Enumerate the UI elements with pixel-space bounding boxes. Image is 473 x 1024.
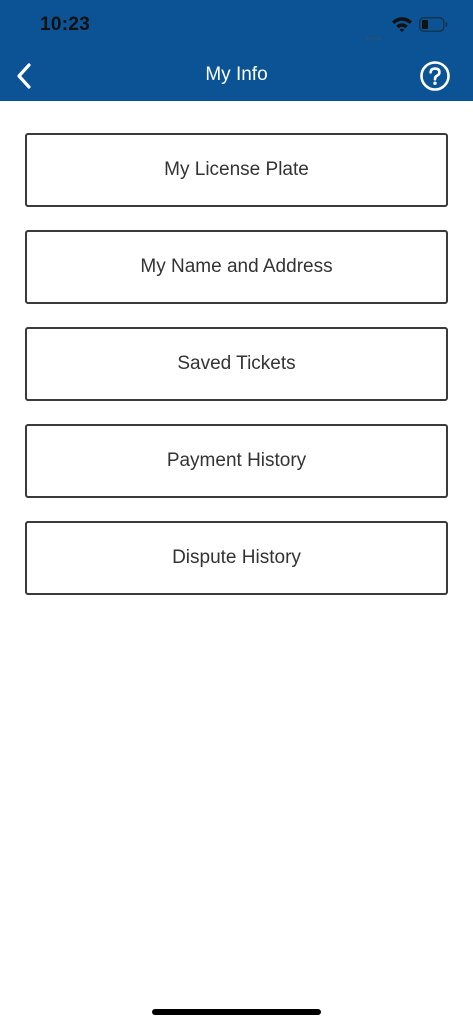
signal-icon [366, 27, 386, 40]
status-bar: 10:23 [0, 0, 473, 50]
menu-item-label: Saved Tickets [177, 353, 296, 374]
menu-item-label: My License Plate [164, 159, 309, 180]
menu-item-label: Payment History [166, 450, 307, 471]
saved-tickets-button[interactable]: Saved Tickets [25, 327, 448, 401]
my-license-plate-button[interactable]: My License Plate [25, 133, 448, 207]
dispute-history-button[interactable]: Dispute History [25, 521, 448, 595]
payment-history-button[interactable]: Payment History [25, 424, 448, 498]
my-name-and-address-button[interactable]: My Name and Address [25, 230, 448, 304]
battery-icon [419, 17, 448, 32]
app-header: 10:23 My Info [0, 0, 473, 101]
menu-item-label: My Name and Address [140, 256, 333, 277]
wifi-icon [391, 16, 413, 32]
help-button[interactable] [419, 60, 451, 92]
page-title: My Info [205, 64, 268, 85]
my-info-menu: My License Plate My Name and Address Sav… [25, 133, 448, 618]
question-circle-icon [420, 61, 450, 91]
menu-item-label: Dispute History [172, 547, 301, 568]
navigation-bar: My Info [0, 50, 473, 101]
status-time: 10:23 [40, 14, 91, 35]
home-indicator[interactable] [152, 1009, 321, 1015]
